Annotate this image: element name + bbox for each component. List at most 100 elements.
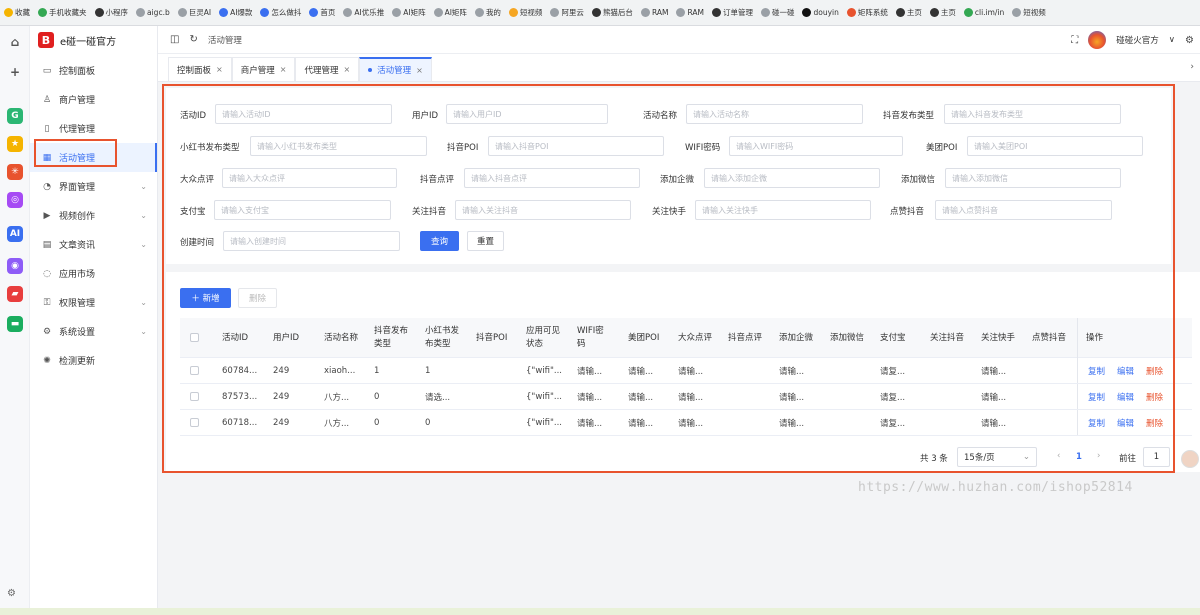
settings-icon[interactable]: ⚙ [7,588,16,599]
filter-input[interactable] [729,136,903,156]
sidebar-item[interactable]: ◔ 界面管理 ⌄ [30,172,157,201]
filter-input[interactable] [215,104,392,124]
settings-icon[interactable]: ⚙ [1185,35,1194,46]
app-eye-icon[interactable]: ◉ [7,258,23,274]
copy-button[interactable]: 复制 [1088,410,1105,436]
bookmark-item[interactable]: 矩阵系统 [846,7,888,18]
tab[interactable]: 代理管理 × [295,57,360,81]
table-row[interactable]: 87573... 249 八方... 0 请选... {"wifi"... 请输... 请输.… [180,384,1192,410]
bookmark-item[interactable]: aigc.b [136,8,170,17]
page-size-select[interactable]: 15条/页 ⌄ [957,447,1037,467]
bookmark-item[interactable]: 手机收藏夹 [38,7,87,18]
close-icon[interactable]: × [280,65,287,74]
close-icon[interactable]: × [343,65,350,74]
bookmark-item[interactable]: 小程序 [94,7,128,18]
fullscreen-icon[interactable]: ⛶ [1071,35,1078,46]
bookmark-item[interactable]: 订单管理 [711,7,753,18]
sidebar-item[interactable]: ▶ 视频创作 ⌄ [30,201,157,230]
bookmark-item[interactable]: 怎么做抖 [260,7,301,18]
sidebar-item[interactable]: ♙ 商户管理 [30,85,157,114]
filter-input[interactable] [944,104,1121,124]
sidebar-item[interactable]: ⚙ 系统设置 ⌄ [30,317,157,346]
filter-input[interactable] [446,104,608,124]
app-dots-icon[interactable]: ✳ [7,164,23,180]
close-icon[interactable]: × [216,65,223,74]
bookmark-item[interactable]: 阿里云 [550,7,584,18]
app-ai-icon[interactable]: AI [7,226,23,242]
bookmark-item[interactable]: 短视频 [1012,7,1046,18]
refresh-icon[interactable]: ↻ [189,34,197,45]
edit-button[interactable]: 编辑 [1117,384,1134,410]
goto-page-input[interactable]: 1 [1143,447,1170,467]
tabs-scroll-right-icon[interactable]: › [1190,62,1194,72]
tab[interactable]: 活动管理 × [359,57,432,81]
filter-input[interactable] [222,168,397,188]
app-green-icon[interactable]: G [7,108,23,124]
prev-page-button[interactable]: ‹ [1057,451,1060,461]
bookmark-item[interactable]: 主页 [929,7,956,18]
row-checkbox[interactable] [190,418,199,427]
bookmark-item[interactable]: RAM [676,8,704,17]
sidebar-item[interactable]: ▤ 文章资讯 ⌄ [30,230,157,259]
chevron-down-icon[interactable]: ∨ [1169,35,1175,45]
row-checkbox[interactable] [190,366,199,375]
bookmark-item[interactable]: 首页 [309,7,335,18]
bookmark-item[interactable]: 短视频 [508,7,542,18]
app-star-icon[interactable]: ★ [7,136,23,152]
add-button[interactable]: ＋ 新增 [180,288,231,308]
copy-button[interactable]: 复制 [1088,384,1105,410]
bookmark-item[interactable]: 我的 [474,7,501,18]
bookmark-item[interactable]: 巨灵AI [177,7,211,18]
filter-input[interactable] [455,200,631,220]
add-icon[interactable]: + [7,64,23,80]
table-row[interactable]: 60718... 249 八方... 0 0 {"wifi"... 请输... 请输... 请输… [180,410,1192,436]
table-row[interactable]: 60784... 249 xiaoh... 1 1 {"wifi"... 请输... 请输..… [180,358,1192,384]
bookmark-item[interactable]: RAM [640,8,668,17]
floating-avatar[interactable] [1181,450,1199,468]
brand-logo[interactable]: B e碰一碰官方 [38,32,116,48]
row-delete-button[interactable]: 删除 [1146,410,1163,436]
bookmark-item[interactable]: 熊猫后台 [591,7,633,18]
app-game-icon[interactable]: ▰ [7,286,23,302]
app-ring-icon[interactable]: ◎ [7,192,23,208]
bookmark-item[interactable]: cli.im/in [963,8,1004,17]
sidebar-item[interactable]: ⚿ 权限管理 ⌄ [30,288,157,317]
filter-input[interactable] [250,136,427,156]
next-page-button[interactable]: › [1097,451,1100,461]
home-icon[interactable]: ⌂ [7,34,23,50]
filter-input[interactable] [935,200,1112,220]
bookmark-item[interactable]: AI矩阵 [433,7,467,18]
sidebar-item[interactable]: ◌ 应用市场 [30,259,157,288]
filter-input[interactable] [223,231,400,251]
row-checkbox[interactable] [190,392,199,401]
avatar[interactable] [1088,31,1107,49]
bookmark-item[interactable]: AI优乐推 [343,7,384,18]
copy-button[interactable]: 复制 [1088,358,1105,384]
sidebar-item[interactable]: ▭ 控制面板 [30,56,157,85]
bookmark-item[interactable]: AI爆款 [219,7,252,18]
row-delete-button[interactable]: 删除 [1146,358,1163,384]
bookmark-item[interactable]: 主页 [895,7,922,18]
edit-button[interactable]: 编辑 [1117,358,1134,384]
bookmark-item[interactable]: 收藏 [4,7,30,18]
edit-button[interactable]: 编辑 [1117,410,1134,436]
collapse-sidebar-icon[interactable]: ◫ [170,34,179,45]
tab[interactable]: 商户管理 × [231,57,296,81]
bookmark-item[interactable]: douyin [802,8,839,17]
select-all-checkbox[interactable] [190,333,199,342]
bookmark-item[interactable]: AI矩阵 [392,7,426,18]
filter-input[interactable] [464,168,640,188]
filter-input[interactable] [686,104,863,124]
delete-button[interactable]: 删除 [238,288,277,308]
tab[interactable]: 控制面板 × [168,57,232,81]
filter-input[interactable] [704,168,880,188]
filter-input[interactable] [488,136,664,156]
search-button[interactable]: 查询 [420,231,459,251]
bookmark-item[interactable]: 碰一碰 [760,7,794,18]
reset-button[interactable]: 重置 [467,231,504,251]
filter-input[interactable] [695,200,871,220]
app-mail-icon[interactable]: ▬ [7,316,23,332]
row-delete-button[interactable]: 删除 [1146,384,1163,410]
user-name[interactable]: 碰碰火官方 [1116,34,1159,46]
filter-input[interactable] [945,168,1121,188]
